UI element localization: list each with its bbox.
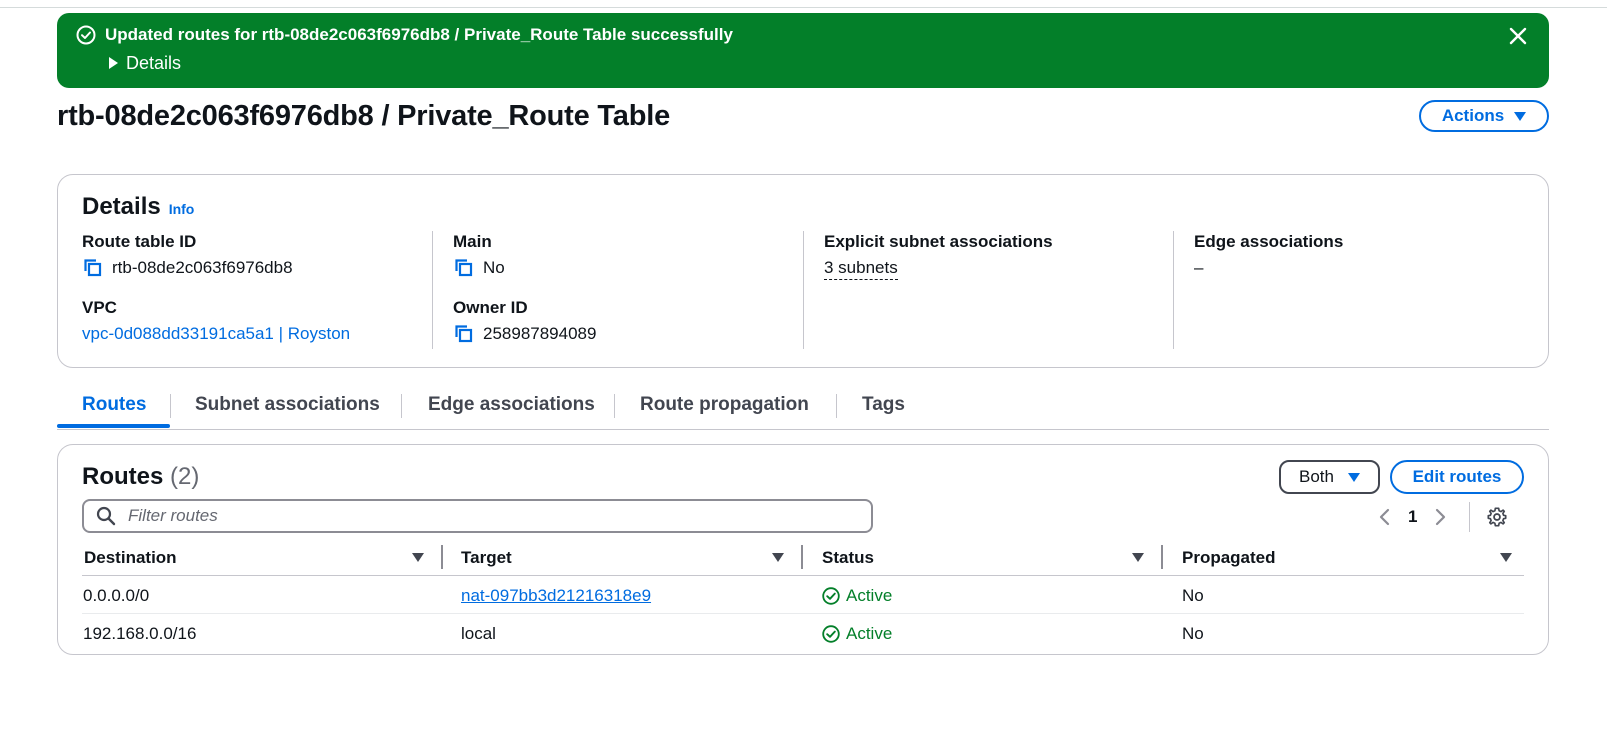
caret-down-icon (1347, 472, 1360, 482)
tab-divider (614, 394, 615, 418)
details-column-3: Explicit subnet associations 3 subnets (824, 231, 1154, 349)
vpc-link[interactable]: vpc-0d088dd33191ca5a1 | Royston (82, 323, 350, 345)
routes-count: (2) (170, 463, 200, 490)
details-column-4: Edge associations – (1194, 231, 1524, 349)
flash-details-label: Details (126, 53, 182, 73)
sort-caret-icon[interactable] (1132, 553, 1144, 562)
active-tab-indicator (57, 424, 170, 428)
sort-caret-icon[interactable] (412, 553, 424, 562)
cell-destination: 0.0.0.0/0 (83, 586, 150, 605)
flash-message: Updated routes for rtb-08de2c063f6976db8… (105, 25, 733, 44)
chevron-left-icon[interactable] (1378, 507, 1392, 527)
column-resizer[interactable] (801, 545, 803, 569)
column-resizer[interactable] (1161, 545, 1163, 569)
copy-icon[interactable] (82, 257, 104, 279)
sort-caret-icon[interactable] (1500, 553, 1512, 562)
route-filter-select[interactable]: Both (1279, 460, 1380, 494)
tab-route-propagation[interactable]: Route propagation (640, 394, 809, 416)
flash-details-toggle[interactable]: Details (109, 53, 181, 73)
cell-status: Active (822, 623, 892, 645)
edit-routes-button[interactable]: Edit routes (1390, 460, 1524, 494)
table-row: 192.168.0.0/16 local Active No (82, 614, 1524, 651)
page-title: rtb-08de2c063f6976db8 / Private_Route Ta… (57, 100, 671, 132)
column-header-target[interactable]: Target (461, 547, 512, 569)
explicit-subnet-label: Explicit subnet associations (824, 232, 1053, 251)
tab-tags[interactable]: Tags (862, 394, 905, 416)
actions-label: Actions (1441, 106, 1505, 125)
copy-icon[interactable] (453, 257, 475, 279)
cell-destination: 192.168.0.0/16 (83, 624, 197, 643)
routes-title: Routes (82, 463, 164, 490)
route-table-id-value: rtb-08de2c063f6976db8 (112, 258, 293, 277)
route-table-id-label: Route table ID (82, 232, 197, 251)
edge-associations-value: – (1194, 258, 1204, 277)
table-row: 0.0.0.0/0 nat-097bb3d21216318e9 Active N… (82, 576, 1524, 614)
vpc-label: VPC (82, 298, 117, 317)
chevron-right-icon[interactable] (1433, 507, 1447, 527)
settings-gear-icon[interactable] (1486, 506, 1508, 528)
tab-divider (170, 394, 171, 418)
routes-container: Routes (2) Both Edit routes 1 Destinatio… (57, 444, 1549, 655)
explicit-subnet-popover[interactable]: 3 subnets (824, 257, 898, 280)
cell-status: Active (822, 585, 892, 607)
top-divider (0, 7, 1607, 8)
details-container: Details Info Route table ID rtb-08de2c06… (57, 174, 1549, 368)
main-value: No (483, 258, 505, 277)
edge-associations-label: Edge associations (1194, 232, 1344, 251)
actions-button[interactable]: Actions (1419, 100, 1549, 132)
cell-propagated: No (1182, 586, 1204, 605)
column-header-status[interactable]: Status (822, 547, 874, 569)
details-column-2: Main No Owner ID 258987894089 (453, 231, 783, 349)
caret-down-icon (1514, 111, 1527, 121)
owner-id-value: 258987894089 (483, 324, 597, 343)
status-text: Active (846, 586, 893, 605)
sort-caret-icon[interactable] (772, 553, 784, 562)
details-title: Details (82, 193, 161, 220)
details-header: Details Info (82, 192, 194, 224)
search-icon (96, 506, 116, 526)
filter-routes-input[interactable] (126, 505, 830, 527)
copy-icon[interactable] (453, 323, 475, 345)
current-page-number[interactable]: 1 (1408, 507, 1417, 527)
success-flash-banner: Updated routes for rtb-08de2c063f6976db8… (57, 13, 1549, 88)
column-header-destination[interactable]: Destination (84, 547, 177, 569)
pagination: 1 (1378, 502, 1508, 532)
table-header-row: Destination Target Status Propagated (82, 543, 1524, 576)
routes-table: Destination Target Status Propagated 0.0… (82, 543, 1524, 651)
tab-routes[interactable]: Routes (82, 394, 146, 416)
status-check-icon (822, 587, 840, 605)
routes-header: Routes (2) (82, 462, 199, 492)
route-filter-value: Both (1299, 467, 1334, 486)
info-link[interactable]: Info (169, 194, 195, 224)
column-divider (803, 231, 804, 349)
cell-propagated: No (1182, 624, 1204, 643)
status-text: Active (846, 624, 893, 643)
cell-target-link[interactable]: nat-097bb3d21216318e9 (461, 585, 651, 607)
owner-id-label: Owner ID (453, 298, 528, 317)
tab-edge-associations[interactable]: Edge associations (428, 394, 595, 416)
cell-target: local (461, 624, 496, 643)
details-column-1: Route table ID rtb-08de2c063f6976db8 VPC… (82, 231, 412, 349)
main-label: Main (453, 232, 492, 251)
column-resizer[interactable] (441, 545, 443, 569)
tab-divider (836, 394, 837, 418)
tab-bar: Routes Subnet associations Edge associat… (57, 388, 1549, 430)
column-header-propagated[interactable]: Propagated (1182, 547, 1276, 569)
close-icon[interactable] (1507, 25, 1529, 47)
tab-subnet-associations[interactable]: Subnet associations (195, 394, 380, 416)
column-divider (1173, 231, 1174, 349)
status-check-icon (822, 625, 840, 643)
column-divider (432, 231, 433, 349)
success-check-icon (76, 25, 96, 45)
pager-divider (1469, 502, 1471, 532)
filter-routes-search (82, 499, 873, 533)
caret-right-icon (109, 57, 118, 69)
tab-divider (401, 394, 402, 418)
